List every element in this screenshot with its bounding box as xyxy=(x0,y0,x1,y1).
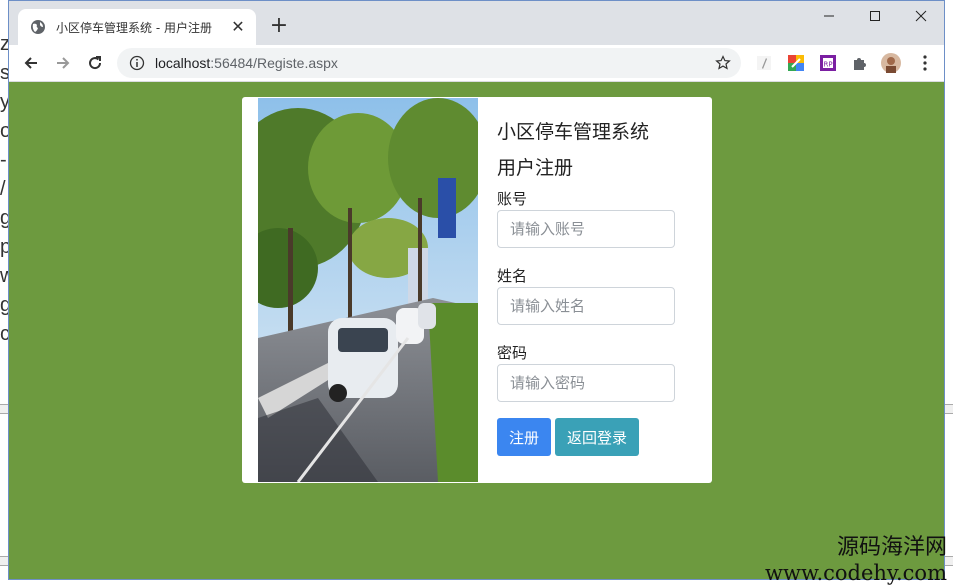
tab-strip: 小区停车管理系统 - 用户注册 ✕ + xyxy=(9,1,944,45)
browser-window: 小区停车管理系统 - 用户注册 ✕ + localhost:56484/Regi… xyxy=(8,0,945,580)
bookmark-star-icon[interactable] xyxy=(715,55,731,71)
system-title: 小区停车管理系统 xyxy=(497,121,650,143)
extension-pen-icon[interactable] xyxy=(754,53,774,73)
profile-avatar-icon[interactable] xyxy=(881,53,901,73)
globe-icon xyxy=(31,20,45,34)
register-form: 小区停车管理系统 用户注册 账号 姓名 密码 注册 返回登录 xyxy=(497,117,687,456)
address-bar[interactable]: localhost:56484/Registe.aspx xyxy=(117,48,741,78)
tab-title: 小区停车管理系统 - 用户注册 xyxy=(56,20,212,35)
extension-rp-icon[interactable]: RP xyxy=(818,53,838,73)
info-icon[interactable] xyxy=(129,55,145,71)
maximize-icon[interactable] xyxy=(852,1,898,31)
name-input[interactable] xyxy=(497,287,675,325)
browser-toolbar: localhost:56484/Registe.aspx RP xyxy=(9,45,944,82)
password-label: 密码 xyxy=(497,344,528,362)
url-host: localhost xyxy=(155,55,211,71)
account-input[interactable] xyxy=(497,210,675,248)
watermark-cn: 源码海洋网 xyxy=(836,535,947,560)
watermark-url: www.codehy.com xyxy=(765,561,947,585)
tab-registe[interactable]: 小区停车管理系统 - 用户注册 ✕ xyxy=(18,9,256,45)
url-text: localhost:56484/Registe.aspx xyxy=(155,55,715,71)
back-to-login-button[interactable]: 返回登录 xyxy=(555,418,640,456)
page-content: 小区停车管理系统 用户注册 账号 姓名 密码 注册 返回登录 xyxy=(9,82,944,579)
extensions-puzzle-icon[interactable] xyxy=(850,53,870,73)
account-label: 账号 xyxy=(497,190,528,208)
url-path: :56484/Registe.aspx xyxy=(210,55,338,71)
tab-close-icon[interactable]: ✕ xyxy=(230,19,246,35)
window-close-icon[interactable] xyxy=(898,1,944,31)
minimize-icon[interactable] xyxy=(806,1,852,31)
back-arrow-icon[interactable] xyxy=(19,51,43,75)
watermark: 源码海洋网 www.codehy.com xyxy=(765,535,947,585)
register-button[interactable]: 注册 xyxy=(497,418,552,456)
forward-arrow-icon[interactable] xyxy=(51,51,75,75)
register-card: 小区停车管理系统 用户注册 账号 姓名 密码 注册 返回登录 xyxy=(242,97,712,483)
form-title: 用户注册 xyxy=(497,157,574,179)
new-tab-icon[interactable]: + xyxy=(267,15,291,39)
extension-color-icon[interactable] xyxy=(786,53,806,73)
button-row: 注册 返回登录 xyxy=(497,418,687,456)
parking-street-photo xyxy=(258,98,478,482)
password-input[interactable] xyxy=(497,364,675,402)
svg-text:RP: RP xyxy=(823,61,832,69)
reload-icon[interactable] xyxy=(83,51,107,75)
name-label: 姓名 xyxy=(497,267,528,285)
menu-kebab-icon[interactable] xyxy=(915,53,935,73)
